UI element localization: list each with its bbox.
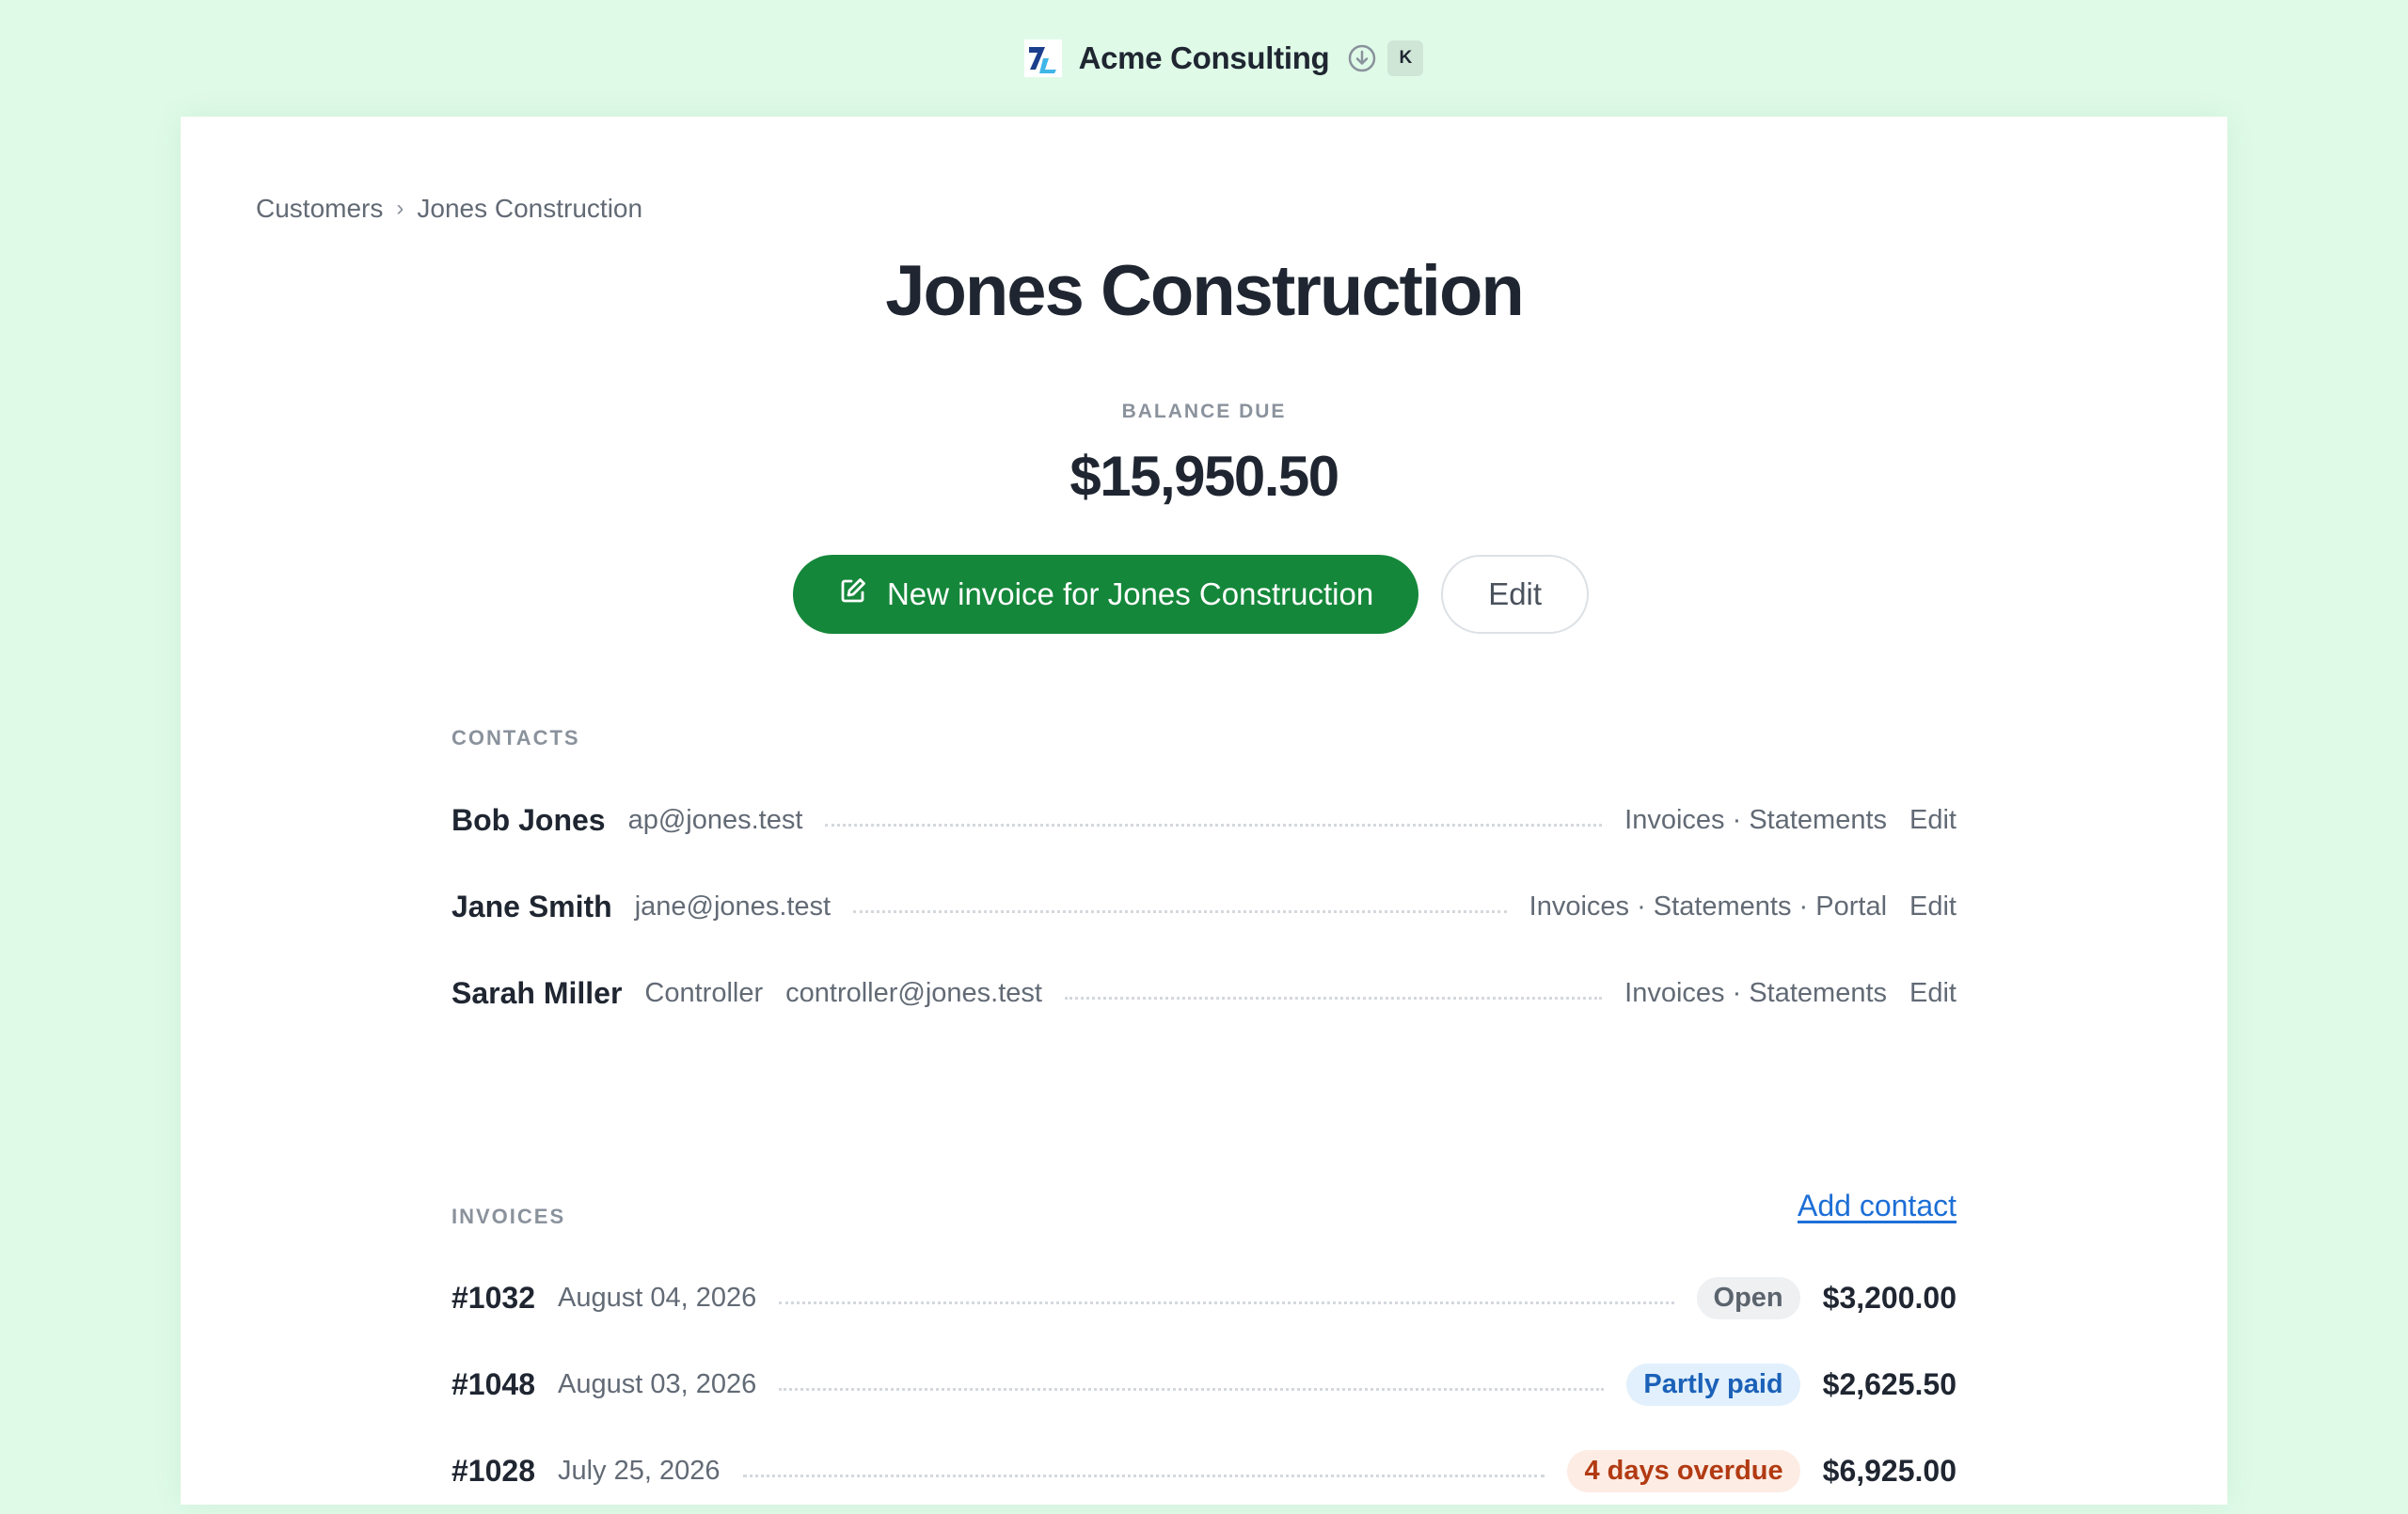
organization-name[interactable]: Acme Consulting (1079, 40, 1330, 76)
breadcrumb-separator: › (396, 196, 404, 221)
dotted-leader (779, 1387, 1605, 1391)
edit-contact-link[interactable]: Edit (1909, 978, 1956, 1009)
status-badge-partly-paid: Partly paid (1626, 1363, 1800, 1406)
dotted-leader (742, 1474, 1545, 1477)
dotted-leader (825, 823, 1603, 827)
invoice-date: August 03, 2026 (557, 1368, 757, 1399)
invoice-amount: $2,625.50 (1822, 1366, 1956, 1401)
contact-name: Jane Smith (452, 889, 612, 923)
contact-preferences: Invoices · Statements · Portal (1529, 891, 1888, 922)
invoices-section-label: INVOICES (452, 1205, 566, 1228)
edit-contact-link[interactable]: Edit (1909, 805, 1956, 836)
invoices-list: #1032 August 04, 2026 Open $3,200.00 #10… (452, 1254, 1956, 1514)
invoice-number[interactable]: #1048 (452, 1367, 535, 1402)
status-badge-overdue: 4 days overdue (1567, 1449, 1800, 1492)
invoice-amount: $3,200.00 (1822, 1280, 1956, 1315)
contact-email: jane@jones.test (634, 891, 832, 922)
breadcrumb: Customers › Jones Construction (256, 194, 642, 224)
new-invoice-button[interactable]: New invoice for Jones Construction (792, 555, 1419, 634)
invoice-date: August 04, 2026 (557, 1282, 757, 1313)
dotted-leader (853, 909, 1507, 913)
invoice-date: July 25, 2026 (557, 1455, 721, 1486)
contact-row: Jane Smith jane@jones.test Invoices · St… (452, 863, 1956, 950)
customer-actions: New invoice for Jones Construction Edit (181, 555, 2227, 634)
status-badge-open: Open (1696, 1276, 1800, 1319)
contact-row: Bob Jones ap@jones.test Invoices · State… (452, 777, 1956, 863)
organization-switcher[interactable]: Acme Consulting (1023, 39, 1379, 77)
page-title: Jones Construction (885, 251, 1525, 331)
invoice-number[interactable]: #1028 (452, 1454, 535, 1489)
top-bar: Acme Consulting K (0, 0, 2408, 117)
invoice-number[interactable]: #1032 (452, 1281, 535, 1316)
contact-preferences: Invoices · Statements (1624, 977, 1888, 1008)
contact-preferences: Invoices · Statements (1624, 804, 1888, 835)
new-invoice-label: New invoice for Jones Construction (886, 576, 1374, 611)
invoice-row[interactable]: #1028 July 25, 2026 4 days overdue $6,92… (452, 1427, 1956, 1514)
balance-due-value: $15,950.50 (1069, 445, 1339, 508)
customer-card: Customers › Jones Construction Jones Con… (181, 117, 2227, 1505)
dotted-leader (779, 1301, 1674, 1304)
user-avatar[interactable]: K (1387, 40, 1424, 76)
edit-customer-button[interactable]: Edit (1441, 555, 1590, 634)
dotted-leader (1064, 996, 1603, 1000)
contact-role: Controller (644, 977, 764, 1008)
edit-square-icon (838, 576, 868, 613)
contact-name: Bob Jones (452, 802, 606, 837)
edit-contact-link[interactable]: Edit (1909, 891, 1956, 923)
add-contact-link[interactable]: Add contact (1798, 1189, 1956, 1223)
contact-row: Sarah Miller Controller controller@jones… (452, 950, 1956, 1036)
contacts-list: Bob Jones ap@jones.test Invoices · State… (452, 777, 1956, 1036)
breadcrumb-customers-link[interactable]: Customers (256, 194, 383, 224)
contact-name: Sarah Miller (452, 975, 623, 1010)
balance-due-label: BALANCE DUE (1121, 401, 1287, 422)
invoice-amount: $6,925.00 (1822, 1453, 1956, 1488)
acme-logo-icon (1023, 39, 1062, 77)
contact-email: ap@jones.test (627, 804, 803, 835)
download-circle-icon[interactable] (1346, 42, 1378, 74)
breadcrumb-current: Jones Construction (417, 194, 643, 223)
contact-email: controller@jones.test (785, 977, 1042, 1008)
contacts-section-label: CONTACTS (452, 726, 580, 749)
invoice-row[interactable]: #1032 August 04, 2026 Open $3,200.00 (452, 1254, 1956, 1341)
invoice-row[interactable]: #1048 August 03, 2026 Partly paid $2,625… (452, 1341, 1956, 1427)
